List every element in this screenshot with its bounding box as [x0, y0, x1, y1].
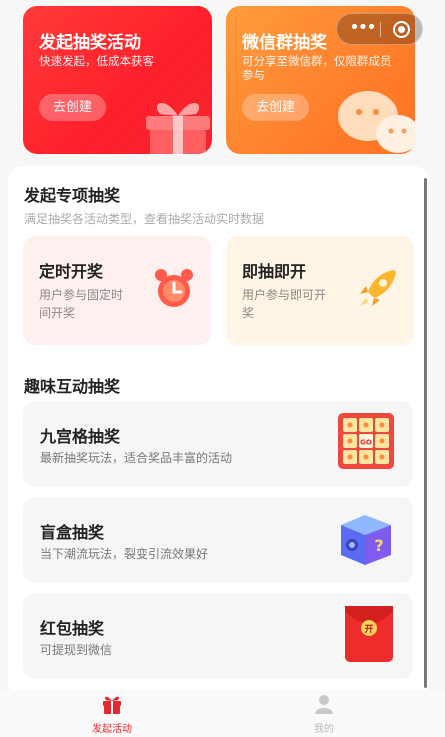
fun-section-title: 趣味互动抽奖	[24, 377, 121, 396]
special-section-title: 发起专项抽奖	[24, 186, 121, 205]
capsule-divider	[380, 22, 381, 37]
blind-box-desc: 当下潮流玩法，裂变引流效果好	[40, 547, 209, 561]
user-icon	[315, 695, 333, 714]
red-envelope-lottery-card[interactable]: 红包抽奖 可提现到微信 开	[23, 593, 413, 679]
blind-box-title: 盲盒抽奖	[40, 523, 105, 542]
target-icon[interactable]	[393, 21, 410, 38]
launch-card-subtitle: 快速发起，低成本获客	[39, 54, 154, 68]
envelope-open-label: 开	[364, 624, 373, 635]
instant-draw-title: 即抽即开	[242, 262, 307, 281]
alarm-clock-icon	[155, 269, 193, 307]
wechat-bubbles-icon	[338, 91, 415, 153]
instant-draw-desc: 用户参与即可开奖	[242, 288, 327, 320]
wechat-card-title: 微信群抽奖	[242, 33, 327, 53]
more-dots-icon[interactable]: •••	[347, 14, 377, 44]
tab-mine[interactable]: 我的	[284, 694, 364, 735]
miniprogram-capsule: •••	[336, 13, 423, 45]
tab-bar: 发起活动 我的	[0, 690, 445, 737]
scrollbar[interactable]	[424, 178, 427, 688]
nine-grid-lottery-card[interactable]: 九宫格抽奖 最新抽奖玩法，适合奖品丰富的活动 GO	[23, 401, 413, 487]
red-envelope-title: 红包抽奖	[40, 619, 105, 638]
tab-launch-activity[interactable]: 发起活动	[72, 694, 152, 735]
launch-card-title: 发起抽奖活动	[39, 33, 141, 53]
tab-mine-label: 我的	[314, 724, 334, 735]
nine-grid-go-label: GO	[360, 439, 372, 447]
page: 发起抽奖活动 快速发起，低成本获客 去创建 微信群抽奖 可分享至微信群，仅限群成…	[0, 0, 445, 737]
red-envelope-icon: 开	[345, 606, 393, 662]
timed-draw-card[interactable]: 定时开奖 用户参与固定时间开奖	[23, 236, 211, 345]
rocket-icon	[360, 270, 396, 306]
launch-lottery-card[interactable]: 发起抽奖活动 快速发起，低成本获客 去创建	[23, 6, 212, 154]
nine-grid-desc: 最新抽奖玩法，适合奖品丰富的活动	[40, 451, 233, 465]
timed-draw-title: 定时开奖	[39, 262, 104, 281]
launch-create-button[interactable]: 去创建	[39, 94, 107, 121]
nine-grid-icon: GO	[338, 413, 394, 469]
wechat-create-button[interactable]: 去创建	[242, 94, 310, 121]
wechat-card-subtitle: 可分享至微信群，仅限群成员参与	[242, 54, 392, 82]
instant-draw-card[interactable]: 即抽即开 用户参与即可开奖	[226, 236, 414, 345]
timed-draw-desc: 用户参与固定时间开奖	[39, 288, 124, 320]
red-envelope-desc: 可提现到微信	[40, 643, 113, 657]
gift-box-icon	[146, 102, 210, 154]
svg-text:?: ?	[374, 536, 383, 555]
blind-box-lottery-card[interactable]: 盲盒抽奖 当下潮流玩法，裂变引流效果好 ?	[23, 497, 413, 583]
special-section-subtitle: 满足抽奖各活动类型，查看抽奖活动实时数据	[24, 212, 265, 226]
nine-grid-title: 九宫格抽奖	[40, 427, 121, 446]
blind-box-icon: ?	[341, 515, 391, 565]
gift-icon	[103, 696, 121, 714]
tab-launch-label: 发起活动	[92, 724, 132, 735]
